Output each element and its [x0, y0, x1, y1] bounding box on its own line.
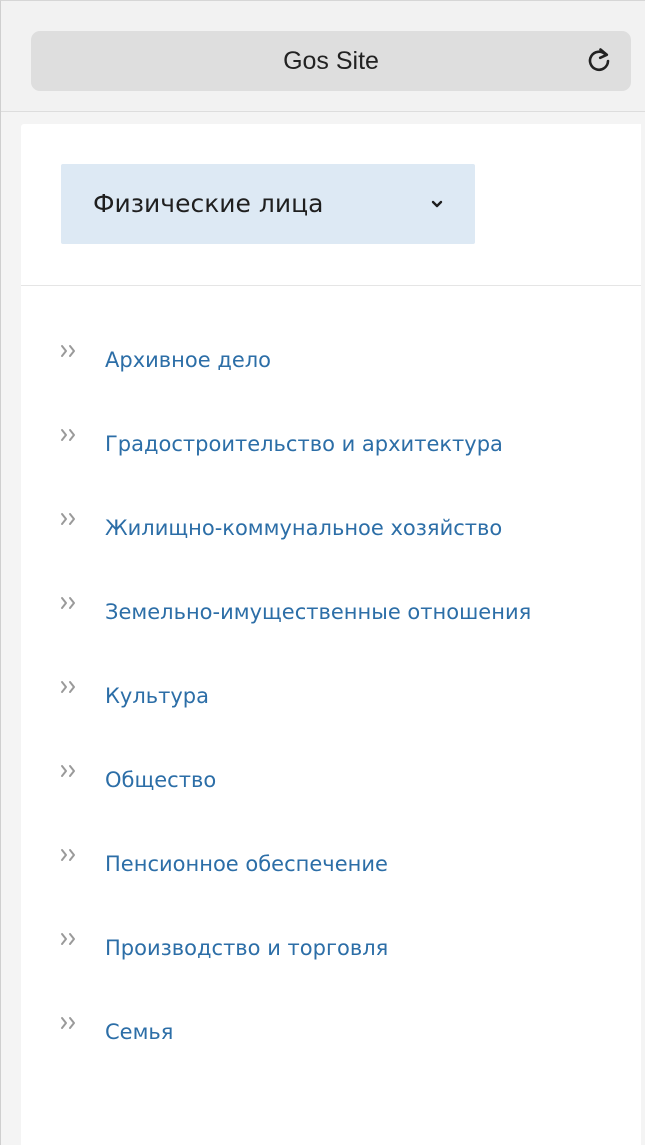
address-bar[interactable]: Gos Site [31, 31, 631, 91]
double-chevron-right-icon [61, 849, 75, 861]
double-chevron-right-icon [61, 1017, 75, 1029]
category-item-production-trade[interactable]: Производство и торговля [21, 927, 641, 969]
category-item-culture[interactable]: Культура [21, 675, 641, 717]
person-type-dropdown-label: Физические лица [93, 189, 324, 218]
category-item-archive[interactable]: Архивное дело [21, 339, 641, 381]
category-link[interactable]: Семья [105, 1020, 173, 1044]
category-item-land-property[interactable]: Земельно-имущественные отношения [21, 591, 641, 633]
browser-toolbar: Gos Site [1, 1, 645, 112]
category-item-housing-utilities[interactable]: Жилищно-коммунальное хозяйство [21, 507, 641, 549]
double-chevron-right-icon [61, 513, 75, 525]
category-item-pensions[interactable]: Пенсионное обеспечение [21, 843, 641, 885]
category-link[interactable]: Жилищно-коммунальное хозяйство [105, 516, 502, 540]
category-link[interactable]: Градостроительство и архитектура [105, 432, 503, 456]
category-link[interactable]: Производство и торговля [105, 936, 388, 960]
category-link[interactable]: Архивное дело [105, 348, 271, 372]
reload-icon[interactable] [583, 45, 615, 77]
section-divider [21, 285, 641, 286]
double-chevron-right-icon [61, 597, 75, 609]
category-link[interactable]: Земельно-имущественные отношения [105, 600, 531, 624]
double-chevron-right-icon [61, 933, 75, 945]
double-chevron-right-icon [61, 765, 75, 777]
category-item-family[interactable]: Семья [21, 1011, 641, 1053]
category-link[interactable]: Общество [105, 768, 216, 792]
double-chevron-right-icon [61, 345, 75, 357]
category-list: Архивное дело Градостроительство и архит… [21, 339, 641, 1095]
page-content: Физические лица Архивное дело Градострои… [21, 124, 641, 1145]
category-item-urban-planning[interactable]: Градостроительство и архитектура [21, 423, 641, 465]
category-link[interactable]: Культура [105, 684, 209, 708]
double-chevron-right-icon [61, 429, 75, 441]
double-chevron-right-icon [61, 681, 75, 693]
site-title: Gos Site [283, 47, 379, 75]
category-item-society[interactable]: Общество [21, 759, 641, 801]
browser-window: Gos Site Физические лица Архивное дело Г… [0, 0, 645, 1145]
person-type-dropdown[interactable]: Физические лица [61, 164, 475, 244]
chevron-down-icon [431, 200, 443, 208]
category-link[interactable]: Пенсионное обеспечение [105, 852, 388, 876]
